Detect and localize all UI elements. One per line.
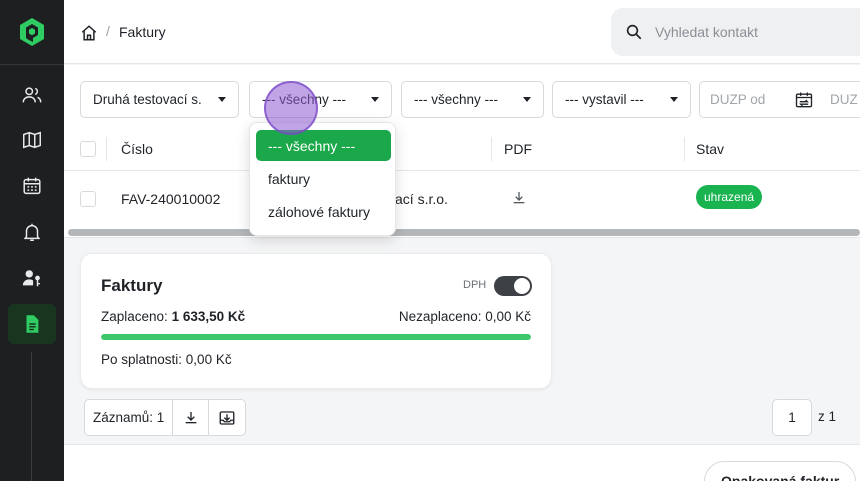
- invoice-table-card: Druhá testovací s. --- všechny --- --- v…: [64, 65, 860, 238]
- payment-progress-bar: [101, 334, 531, 340]
- column-separator: [684, 137, 685, 161]
- breadcrumb-current: Faktury: [119, 24, 166, 40]
- dph-toggle[interactable]: [494, 276, 532, 296]
- invoice-number[interactable]: FAV-240010002: [121, 191, 220, 207]
- dph-label: DPH: [463, 279, 487, 291]
- search-icon: [626, 24, 642, 40]
- chevron-down-icon: [371, 97, 379, 102]
- bell-icon: [23, 223, 41, 241]
- date-range-button[interactable]: [788, 81, 820, 118]
- table-row[interactable]: FAV-240010002 ací s.r.o. uhrazená: [64, 171, 860, 227]
- download-pdf-icon[interactable]: [511, 190, 527, 206]
- records-count: Záznamů: 1: [85, 400, 174, 435]
- paid-amount: Zaplaceno: 1 633,50 Kč: [101, 309, 245, 324]
- sidebar-item-calendar[interactable]: [8, 166, 56, 206]
- issuer-filter-value: --- vystavil ---: [565, 92, 644, 107]
- dropdown-option-all[interactable]: --- všechny ---: [256, 130, 391, 161]
- paid-value: 1 633,50 Kč: [171, 309, 246, 324]
- inbox-download-icon: [219, 410, 235, 425]
- map-icon: [23, 131, 41, 149]
- table-header: Číslo PDF Stav: [64, 127, 860, 171]
- column-header-number[interactable]: Číslo: [121, 141, 153, 157]
- user-key-icon: [22, 270, 40, 287]
- chevron-down-icon: [670, 97, 678, 102]
- column-separator: [106, 137, 107, 161]
- export-all-button[interactable]: [209, 400, 245, 435]
- breadcrumb-separator: /: [106, 23, 110, 39]
- chevron-down-icon: [523, 97, 531, 102]
- status-badge: uhrazená: [696, 185, 763, 209]
- type-filter-value: --- všechny ---: [262, 92, 346, 107]
- sidebar-item-users-access[interactable]: [8, 258, 56, 298]
- unpaid-amount: Nezaplaceno: 0,00 Kč: [398, 309, 531, 324]
- main-content: Druhá testovací s. --- všechny --- --- v…: [64, 65, 860, 481]
- duzp-from-input[interactable]: DUZP od: [699, 81, 789, 118]
- sidebar-line: [31, 352, 32, 481]
- dropdown-option-advance-invoices[interactable]: zálohové faktury: [256, 196, 391, 227]
- summary-title: Faktury: [101, 276, 163, 295]
- top-header: / Faktury: [64, 0, 860, 64]
- column-separator: [491, 137, 492, 161]
- recurring-invoice-button[interactable]: Opakovaná faktur: [704, 461, 857, 481]
- contact-search[interactable]: [611, 8, 860, 56]
- sidebar-item-contacts[interactable]: [8, 75, 56, 115]
- company-filter-value: Druhá testovací s.: [93, 92, 202, 107]
- app-logo[interactable]: [16, 16, 48, 48]
- sidebar-item-map[interactable]: [8, 120, 56, 160]
- type-filter-dropdown: --- všechny --- faktury zálohové faktury: [249, 122, 396, 236]
- column-header-status[interactable]: Stav: [696, 141, 724, 157]
- invoice-summary-card: Faktury DPH Zaplaceno: 1 633,50 Kč Nezap…: [80, 253, 552, 389]
- document-icon: [26, 315, 39, 333]
- duzp-from-placeholder: DUZP od: [710, 92, 766, 107]
- overdue-amount: Po splatnosti: 0,00 Kč: [101, 352, 232, 367]
- issuer-filter[interactable]: --- vystavil ---: [552, 81, 691, 118]
- search-input[interactable]: [655, 8, 855, 56]
- sidebar-item-invoices[interactable]: [8, 304, 56, 344]
- export-button[interactable]: [173, 400, 210, 435]
- row-checkbox[interactable]: [80, 191, 96, 207]
- calendar-swap-icon: [795, 92, 813, 107]
- records-toolbar: Záznamů: 1: [84, 399, 247, 436]
- dropdown-option-invoices[interactable]: faktury: [256, 163, 391, 194]
- toggle-knob: [514, 278, 530, 294]
- payment-progress-fill: [101, 334, 531, 340]
- invoice-customer: ací s.r.o.: [395, 191, 448, 207]
- select-all-checkbox[interactable]: [80, 141, 96, 157]
- duzp-to-input[interactable]: DUZ: [820, 81, 860, 118]
- status-filter[interactable]: --- všechny ---: [401, 81, 544, 118]
- page-number-input[interactable]: 1: [772, 399, 812, 436]
- calendar-icon: [23, 177, 41, 195]
- chevron-down-icon: [218, 97, 226, 102]
- download-icon: [185, 411, 197, 423]
- users-icon: [22, 87, 42, 103]
- company-filter[interactable]: Druhá testovací s.: [80, 81, 239, 118]
- horizontal-scrollbar[interactable]: [68, 229, 860, 236]
- type-filter[interactable]: --- všechny ---: [249, 81, 392, 118]
- page-total: z 1: [818, 409, 837, 424]
- duzp-to-placeholder: DUZ: [830, 92, 858, 107]
- sidebar-item-notifications[interactable]: [8, 212, 56, 252]
- column-header-pdf[interactable]: PDF: [504, 141, 532, 157]
- sidebar-divider: [0, 64, 64, 65]
- home-icon[interactable]: [80, 24, 98, 42]
- status-filter-value: --- všechny ---: [414, 92, 498, 107]
- sidebar: [0, 0, 64, 481]
- paid-label: Zaplaceno:: [101, 309, 168, 324]
